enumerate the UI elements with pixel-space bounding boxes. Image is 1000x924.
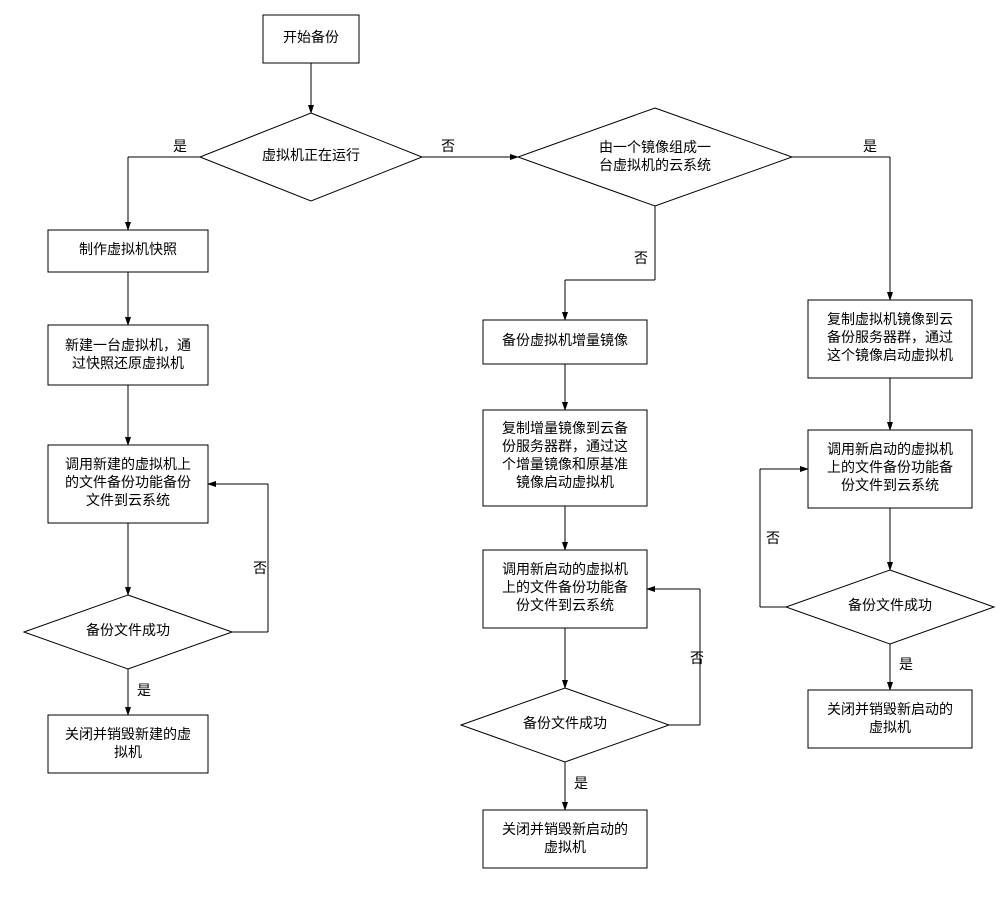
- right-b2-l1: 调用新启动的虚拟机: [827, 442, 953, 458]
- d2-l1: 由一个镜像组成一: [599, 140, 711, 156]
- left-newvm-box: [48, 325, 208, 385]
- right-b2-l3: 份文件到云系统: [841, 478, 939, 494]
- left-b1: 制作虚拟机快照: [79, 242, 177, 258]
- right-b3-l1: 关闭并销毁新启动的: [827, 702, 953, 718]
- left-b4-l2: 拟机: [114, 745, 142, 761]
- decision-single-image: [518, 108, 792, 206]
- mid-b1: 备份虚拟机增量镜像: [502, 332, 628, 349]
- right-d: 备份文件成功: [848, 597, 932, 614]
- right-b1-l3: 这个镜像启动虚拟机: [827, 347, 953, 364]
- mid-b4-l1: 关闭并销毁新启动的: [502, 822, 628, 838]
- d2-no: 否: [634, 252, 648, 267]
- mid-b2-l1: 复制增量镜像到云备: [502, 420, 628, 437]
- mid-b2-l4: 镜像启动虚拟机: [516, 475, 614, 491]
- mid-b3-l3: 份文件到云系统: [516, 598, 614, 614]
- left-b3-l1: 调用新建的虚拟机上: [65, 457, 191, 473]
- mid-no: 否: [690, 652, 704, 667]
- left-b3-l2: 的文件备份功能备份: [65, 474, 191, 491]
- left-b2-l1: 新建一台虚拟机，通: [65, 338, 191, 354]
- d1-no: 否: [441, 140, 455, 155]
- left-b2-l2: 过快照还原虚拟机: [72, 356, 184, 372]
- left-d: 备份文件成功: [86, 622, 170, 639]
- d1-yes: 是: [173, 140, 187, 155]
- mid-b2-l2: 份服务器群，通过这: [502, 438, 628, 455]
- d1-label: 虚拟机正在运行: [262, 148, 360, 164]
- right-yes: 是: [899, 658, 913, 673]
- right-b3-l2: 虚拟机: [869, 720, 911, 736]
- right-b2-l2: 上的文件备份功能备: [827, 459, 953, 476]
- start-label: 开始备份: [283, 29, 339, 46]
- mid-b3-l2: 上的文件备份功能备: [502, 579, 628, 596]
- d2-yes: 是: [863, 140, 877, 155]
- mid-b2-l3: 个增量镜像和原基准: [502, 456, 628, 473]
- right-b1-l2: 备份服务器群，通过: [827, 329, 953, 346]
- d2-l2: 台虚拟机的云系统: [599, 158, 711, 174]
- mid-b4-l2: 虚拟机: [544, 840, 586, 856]
- right-b1-l1: 复制虚拟机镜像到云: [827, 311, 953, 328]
- flowchart: 开始备份 虚拟机正在运行 是 否 由一个镜像组成一 台虚拟机的云系统 是 否 制…: [0, 0, 1000, 924]
- mid-b3-l1: 调用新启动的虚拟机: [502, 562, 628, 578]
- right-no: 否: [766, 532, 780, 547]
- left-b4-l1: 关闭并销毁新建的虚: [65, 727, 191, 743]
- left-destroy-box: [48, 715, 208, 773]
- mid-destroy-box: [483, 810, 647, 868]
- left-b3-l3: 文件到云系统: [86, 493, 170, 509]
- right-destroy-box: [808, 690, 972, 748]
- mid-d: 备份文件成功: [523, 715, 607, 732]
- left-no: 否: [253, 562, 267, 577]
- mid-yes: 是: [574, 777, 588, 792]
- left-yes: 是: [137, 684, 151, 699]
